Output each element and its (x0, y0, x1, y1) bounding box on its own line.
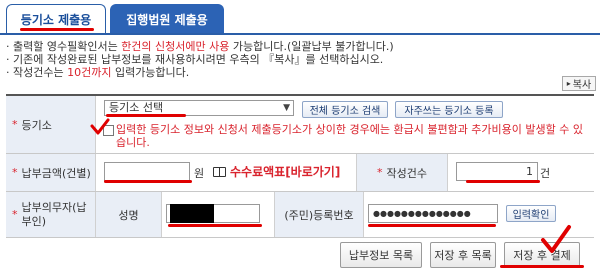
notice-text: 입력가능합니다. (111, 66, 190, 79)
annotation-underline (104, 180, 192, 183)
book-icon (213, 167, 226, 177)
copy-button-label: 복사 (572, 80, 592, 91)
required-marker: * (377, 166, 383, 179)
registry-select-value: 등기소 선택 (109, 101, 164, 114)
name-label-cell: 성명 (96, 192, 162, 237)
registry-label-cell: * 등기소 (6, 96, 96, 153)
notice-copy: · 기존에 작성완료된 납부정보를 재사용하시려면 우측의 『복사』를 선택하십… (6, 53, 384, 66)
fee-table-link[interactable]: 수수료액표[바로가기] (213, 163, 340, 180)
count-input[interactable]: 1 (456, 162, 538, 181)
copy-button[interactable]: ▸ 복사 (562, 76, 596, 91)
tab-divider (0, 33, 600, 35)
arrow-right-icon: ▸ (566, 79, 571, 88)
notice-text: · 작성건수는 (6, 66, 68, 79)
save-list-button[interactable]: 저장 후 목록 (430, 242, 496, 268)
payment-list-button[interactable]: 납부정보 목록 (340, 242, 422, 268)
check-annotation-icon (90, 118, 110, 135)
required-marker: * (12, 208, 18, 221)
payment-form: * 등기소 등기소 선택 ▼ 전체 등기소 검색 자주쓰는 등기소 등록 입력한 등… (6, 94, 594, 238)
fee-table-link-label: 수수료액표[바로가기] (230, 165, 341, 179)
annotation-underline (466, 180, 540, 183)
notice-highlight: 10건까지 (67, 66, 112, 79)
notice-count-limit: · 작성건수는 10건까지 입력가능합니다. (6, 66, 596, 79)
notice-text: · 출력할 영수필확인서는 (6, 40, 122, 53)
frequent-registry-button[interactable]: 자주쓰는 등기소 등록 (395, 101, 503, 118)
tab-execution-court[interactable]: 집행법원 제출용 (110, 4, 224, 34)
chevron-down-icon: ▼ (283, 103, 290, 113)
annotation-underline (500, 265, 584, 268)
required-marker: * (12, 118, 18, 131)
check-annotation-icon (541, 225, 571, 253)
annotation-underline (368, 224, 496, 227)
payment-label-cell: * 납부금액(건별) (6, 154, 96, 191)
count-label-cell: * 작성건수 (356, 154, 448, 191)
notice-text: 가능합니다.(일괄납부 불가합니다.) (229, 40, 394, 53)
payer-row: * 납부의무자(납부인) 성명 (주민)등록번호 ●●●●●●●●●●●●●● 입… (6, 192, 594, 238)
amount-input[interactable] (104, 162, 190, 181)
amount-unit: 원 (194, 167, 205, 180)
registry-row: * 등기소 등기소 선택 ▼ 전체 등기소 검색 자주쓰는 등기소 등록 입력한 등… (6, 96, 594, 154)
confirm-input-button[interactable]: 입력확인 (506, 205, 556, 222)
registry-label: 등기소 (21, 118, 52, 132)
payment-row: * 납부금액(건별) 원 수수료액표[바로가기] * 작성건수 1 건 (6, 154, 594, 192)
payer-label: 납부의무자(납부인) (21, 200, 87, 228)
count-unit: 건 (540, 167, 551, 180)
annotation-underline (20, 28, 94, 31)
annotation-underline (168, 224, 262, 227)
id-label-cell: (주민)등록번호 (274, 192, 364, 237)
name-label: 성명 (118, 208, 139, 222)
count-label: 작성건수 (386, 166, 427, 180)
payer-label-cell: * 납부의무자(납부인) (6, 192, 96, 237)
registry-warning: 입력한 등기소 정보와 신청서 제출등기소가 상이한 경우에는 환급시 불편함과… (116, 123, 583, 149)
id-input[interactable]: ●●●●●●●●●●●●●● (368, 204, 498, 223)
notice-highlight: 한건의 신청서에만 사용 (121, 40, 230, 53)
search-all-registry-button[interactable]: 전체 등기소 검색 (302, 101, 388, 118)
required-marker: * (12, 166, 18, 179)
id-label: (주민)등록번호 (284, 208, 354, 222)
notice-list: · 출력할 영수필확인서는 한건의 신청서에만 사용 가능합니다.(일괄납부 불… (6, 40, 596, 79)
redacted-name (170, 204, 214, 223)
payment-label: 납부금액(건별) (21, 166, 91, 180)
notice-single-use: · 출력할 영수필확인서는 한건의 신청서에만 사용 가능합니다.(일괄납부 불… (6, 40, 596, 53)
annotation-underline (106, 114, 186, 117)
